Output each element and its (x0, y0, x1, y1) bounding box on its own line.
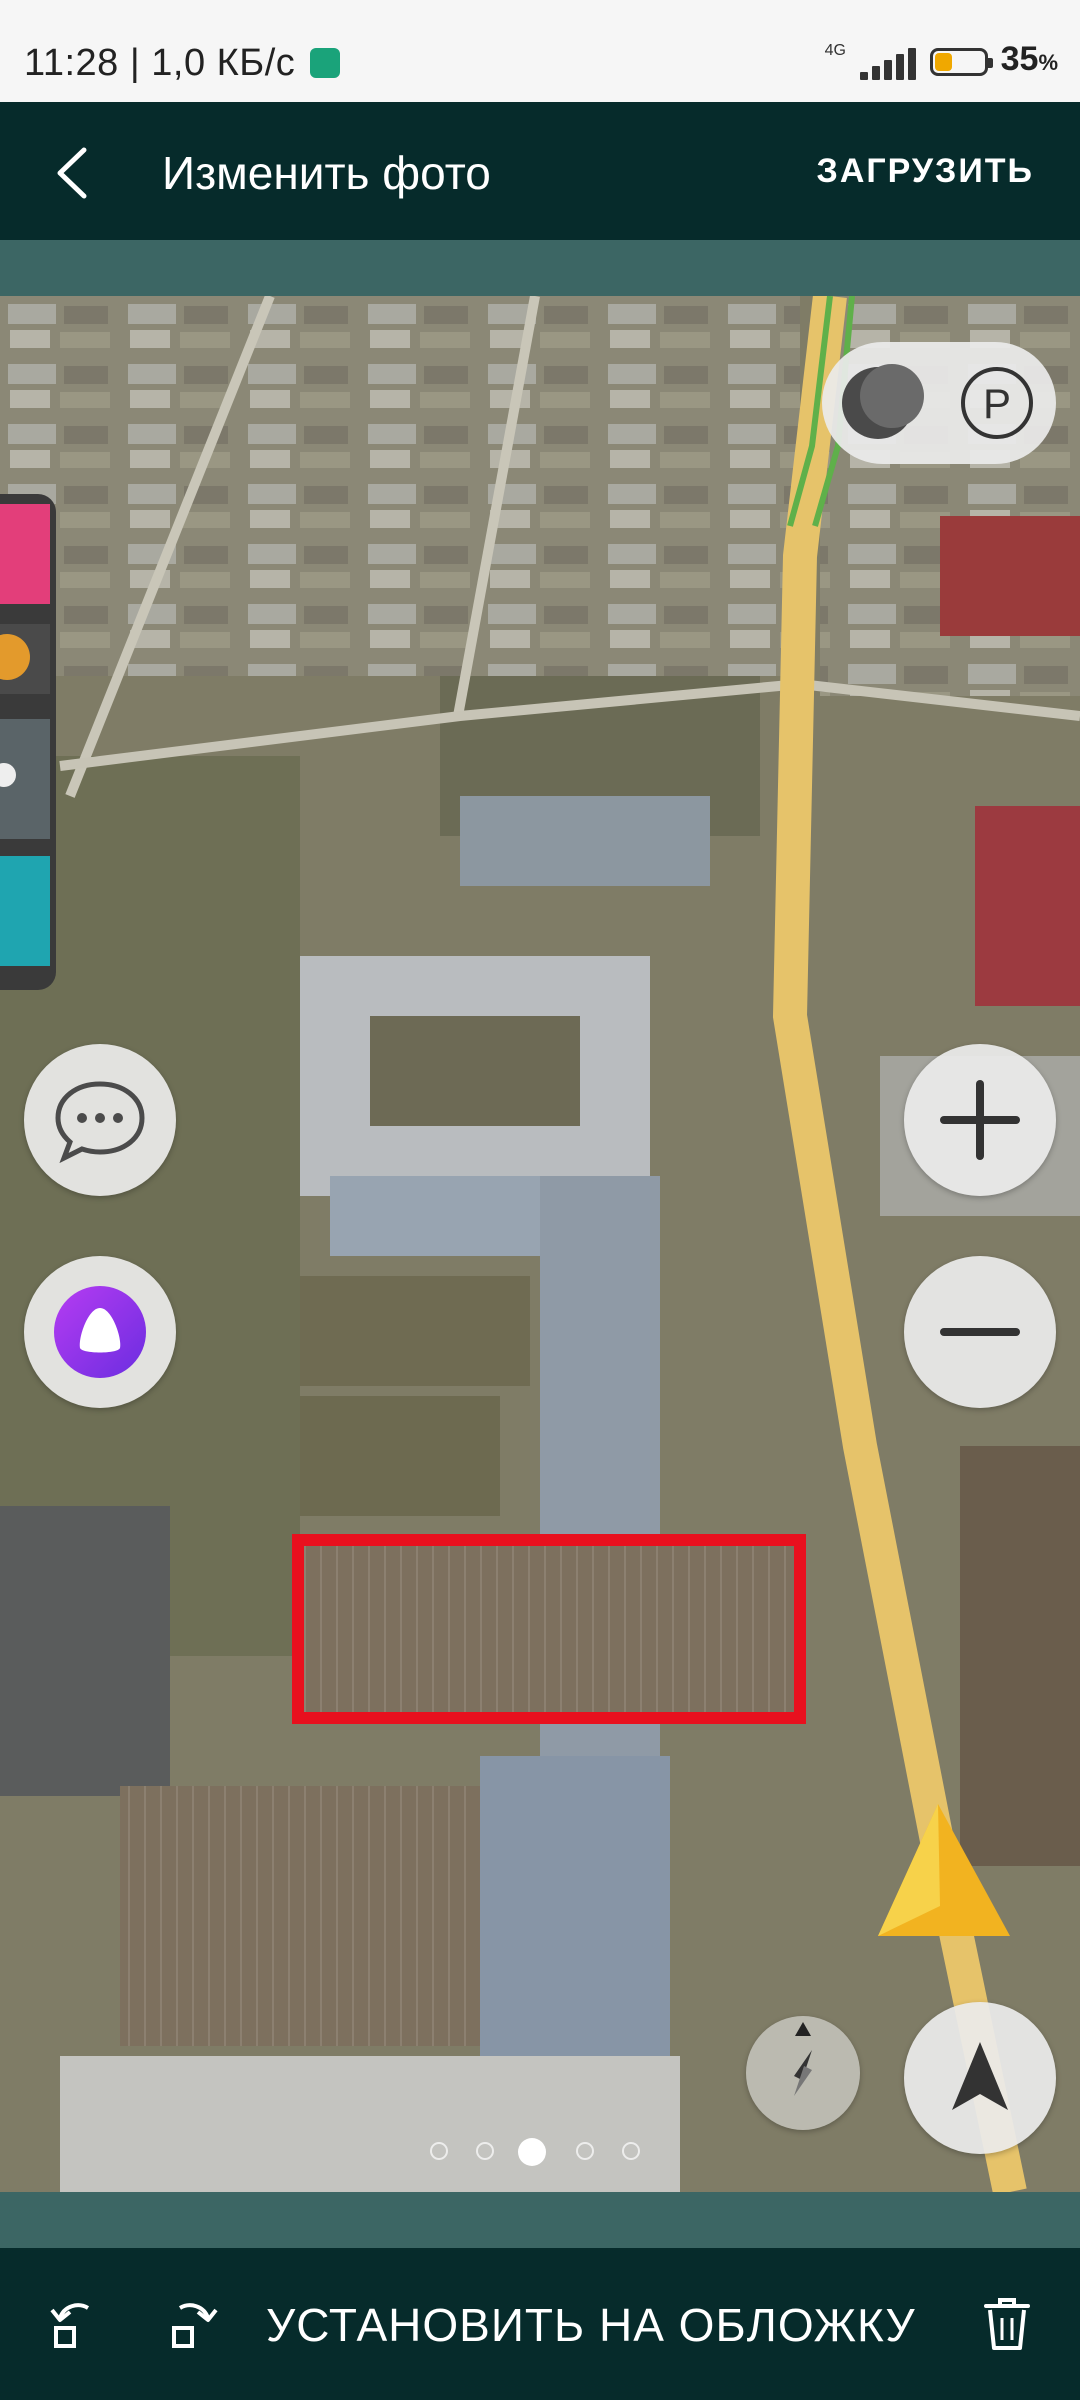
photo-preview[interactable]: P (0, 296, 1080, 2192)
rotate-right-icon (172, 2303, 218, 2348)
delete-button[interactable] (972, 2288, 1042, 2358)
upload-button[interactable]: ЗАГРУЗИТЬ (817, 152, 1034, 191)
navigation-button[interactable] (904, 2002, 1056, 2154)
rotate-right-button[interactable] (160, 2288, 230, 2358)
bottom-toolbar: УСТАНОВИТЬ НА ОБЛОЖКУ (0, 2248, 1080, 2400)
alice-icon (54, 1286, 146, 1378)
map-layers-pill: P (822, 342, 1056, 464)
set-cover-button[interactable]: УСТАНОВИТЬ НА ОБЛОЖКУ (266, 2298, 916, 2352)
app-bar: Изменить фото ЗАГРУЗИТЬ (0, 102, 1080, 240)
zoom-out-icon (940, 1328, 1020, 1336)
parking-icon[interactable]: P (961, 367, 1033, 439)
notification-app-icon (310, 48, 340, 78)
compass-icon (794, 2022, 812, 2096)
satellite-map-image (0, 296, 1080, 2192)
settings-icon[interactable] (0, 719, 50, 839)
status-indicators: 4G 35% (738, 40, 1058, 80)
photo-frame-bottom (0, 2192, 1080, 2248)
pager-dot[interactable] (576, 2142, 594, 2160)
rotate-left-icon (50, 2303, 90, 2348)
pager-dot-active[interactable] (518, 2138, 546, 2166)
photo-frame-top (0, 240, 1080, 296)
side-toolbar (0, 494, 56, 990)
pin-icon[interactable] (0, 856, 50, 966)
pager-dot[interactable] (476, 2142, 494, 2160)
svg-text:P: P (983, 380, 1011, 427)
battery-icon (930, 48, 993, 76)
navigation-arrow-icon (952, 2042, 1008, 2110)
zoom-out-button[interactable] (904, 1256, 1056, 1408)
pager-dot[interactable] (430, 2142, 448, 2160)
search-icon[interactable] (0, 504, 50, 604)
coin-icon[interactable] (0, 624, 50, 694)
page-title: Изменить фото (162, 147, 491, 199)
pager-dot[interactable] (622, 2142, 640, 2160)
battery-percent: 35% (1000, 40, 1058, 78)
alice-button[interactable] (24, 1256, 176, 1408)
photo-pager (430, 2136, 650, 2166)
chat-icon (55, 1081, 145, 1164)
layers-icon[interactable] (842, 364, 924, 439)
compass-button[interactable] (746, 2016, 860, 2130)
zoom-in-icon (940, 1080, 1020, 1160)
rotate-left-button[interactable] (38, 2288, 108, 2358)
back-button[interactable] (40, 138, 110, 208)
status-bar: 11:28 | 1,0 КБ/с 4G 35% (0, 0, 1080, 102)
signal-icon (860, 48, 920, 80)
trash-icon (984, 2298, 1030, 2350)
chat-button[interactable] (24, 1044, 176, 1196)
zoom-in-button[interactable] (904, 1044, 1056, 1196)
status-time: 11:28 | 1,0 КБ/с (24, 42, 296, 84)
network-type: 4G (824, 42, 846, 59)
arrow-left-icon (57, 147, 87, 199)
plot-highlight-frame (292, 1534, 806, 1724)
